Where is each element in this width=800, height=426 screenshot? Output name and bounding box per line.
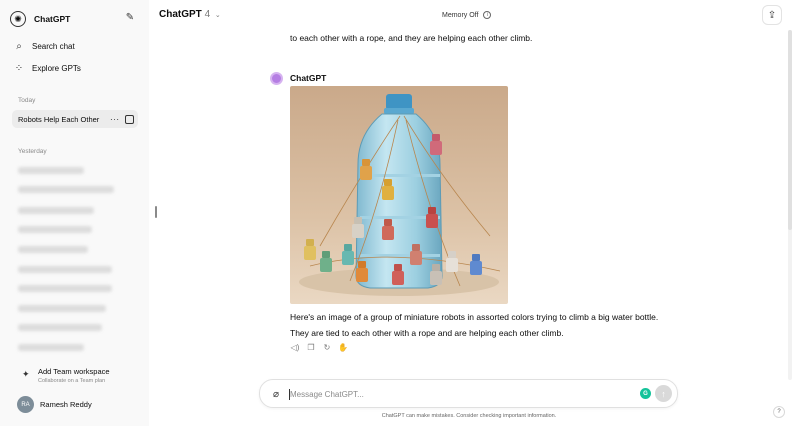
model-selector[interactable]: ChatGPT 4 ⌄ — [159, 9, 221, 20]
archive-icon[interactable] — [124, 114, 134, 124]
sidebar-item-label: Robots Help Each Other — [18, 114, 100, 124]
explore-gpts-link[interactable]: ⁘ Explore GPTs — [12, 60, 81, 76]
info-icon: i — [483, 11, 492, 19]
scrollbar-thumb[interactable] — [788, 30, 792, 230]
sidebar-header[interactable]: ✺ ChatGPT ✎ — [10, 9, 140, 29]
blurred-chat-item[interactable] — [18, 285, 112, 292]
grammarly-icon[interactable]: G — [640, 388, 651, 399]
share-button[interactable]: ⇪ — [762, 5, 782, 25]
regenerate-icon[interactable]: ↻ — [322, 342, 332, 352]
blurred-chat-item[interactable] — [18, 344, 84, 351]
sparkle-plus-icon: ✦ — [22, 369, 30, 379]
search-icon: ⌕ — [16, 40, 22, 52]
assistant-name: ChatGPT — [290, 73, 327, 83]
blurred-chat-item[interactable] — [18, 266, 112, 273]
user-name: Ramesh Reddy — [40, 400, 92, 409]
copy-icon[interactable]: ❐ — [306, 342, 316, 352]
previous-message-text: to each other with a rope, and they are … — [290, 33, 533, 43]
chevron-down-icon: ⌄ — [214, 12, 221, 19]
explore-gpts-label: Explore GPTs — [32, 63, 81, 73]
blurred-chat-item[interactable] — [18, 246, 88, 253]
sidebar-title: ChatGPT — [34, 14, 71, 24]
memory-status[interactable]: Memory Off i — [442, 11, 492, 19]
help-button[interactable]: ? — [773, 406, 785, 418]
message-actions: ◁) ❐ ↻ ✋ — [290, 342, 348, 352]
message-composer: ⌀ G ↑ — [259, 379, 678, 408]
read-aloud-icon[interactable]: ◁) — [290, 342, 300, 352]
attach-icon[interactable]: ⌀ — [270, 388, 282, 400]
reply-line: Here's an image of a group of miniature … — [290, 312, 659, 322]
section-yesterday: Yesterday — [18, 148, 47, 155]
blurred-chat-item[interactable] — [18, 167, 84, 174]
model-name: ChatGPT — [159, 9, 202, 20]
generated-image[interactable] — [290, 86, 508, 304]
avatar: RA — [17, 396, 34, 413]
blurred-chat-item[interactable] — [18, 226, 92, 233]
team-subtitle: Collaborate on a Team plan — [38, 378, 106, 384]
section-today: Today — [18, 97, 36, 104]
sidebar: ✺ ChatGPT ✎ ⌕ Search chat ⁘ Explore GPTs… — [0, 0, 149, 426]
message-input[interactable] — [290, 387, 620, 401]
assistant-reply: Here's an image of a group of miniature … — [290, 309, 710, 341]
scrollbar[interactable] — [788, 30, 792, 380]
team-title: Add Team workspace — [38, 367, 110, 376]
memory-label: Memory Off — [442, 11, 479, 19]
app-window: ✺ ChatGPT ✎ ⌕ Search chat ⁘ Explore GPTs… — [0, 0, 800, 426]
blurred-chat-item[interactable] — [18, 186, 114, 193]
share-icon: ⇪ — [767, 9, 777, 21]
disclaimer: ChatGPT can make mistakes. Consider chec… — [381, 413, 557, 419]
chatgpt-logo-icon: ✺ — [10, 11, 26, 27]
sidebar-item-robots-help-each-other[interactable]: Robots Help Each Other ··· — [12, 110, 138, 128]
blurred-chat-item[interactable] — [18, 324, 102, 331]
blurred-chat-item[interactable] — [18, 305, 106, 312]
grid-icon: ⁘ — [14, 62, 24, 74]
help-icon: ? — [777, 409, 781, 415]
new-chat-icon[interactable]: ✎ — [124, 12, 136, 24]
search-chat-link[interactable]: ⌕ Search chat — [12, 38, 75, 54]
user-menu[interactable]: RA Ramesh Reddy — [17, 396, 92, 413]
sidebar-resize-handle[interactable] — [155, 206, 157, 218]
search-chat-label: Search chat — [32, 41, 75, 51]
assistant-avatar — [270, 72, 283, 85]
send-button[interactable]: ↑ — [655, 385, 672, 402]
model-version: 4 — [204, 9, 211, 20]
blurred-chat-item[interactable] — [18, 207, 94, 214]
reply-line: They are tied to each other with a rope … — [290, 328, 564, 338]
thumbs-down-icon[interactable]: ✋ — [338, 342, 348, 352]
more-options-icon[interactable]: ··· — [110, 115, 120, 124]
